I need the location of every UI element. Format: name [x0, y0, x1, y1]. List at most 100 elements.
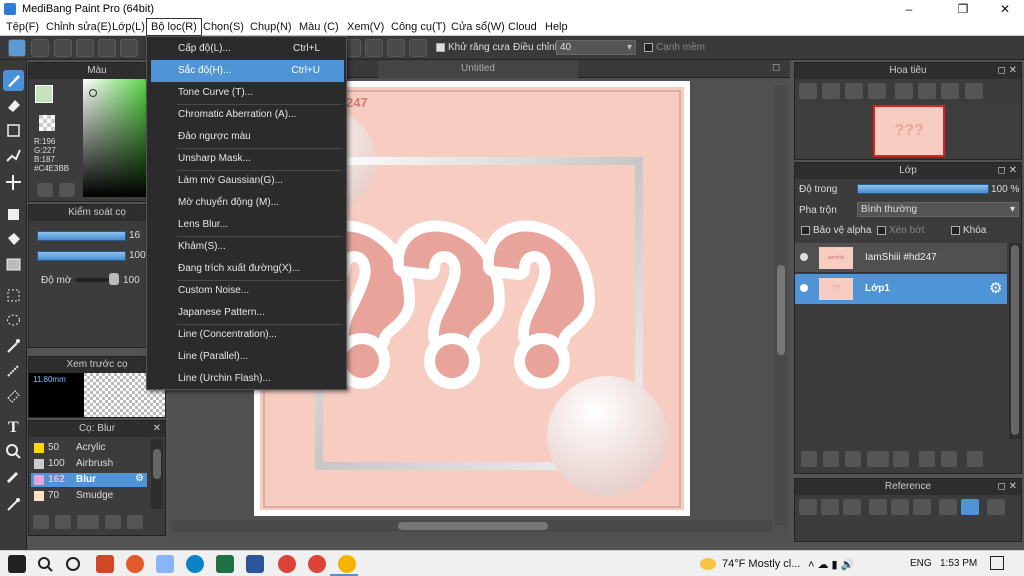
gradient-tool-icon[interactable]: [3, 254, 24, 275]
windows-start-icon[interactable]: [8, 555, 26, 573]
excel-icon[interactable]: [216, 555, 234, 573]
blend-select[interactable]: Bình thường ▾: [857, 202, 1019, 217]
menu-item-line-extraction[interactable]: Đang trích xuất đường(X)...: [151, 258, 344, 280]
new-color-layer-icon[interactable]: [823, 451, 839, 467]
list-item-selected[interactable]: 162 Blur ⚙: [31, 473, 147, 487]
weather-text[interactable]: 74°F Mostly cl...: [722, 558, 800, 570]
actual-size-icon[interactable]: [868, 83, 886, 99]
menu-item-levels[interactable]: Cấp độ(L)... Ctrl+L: [151, 38, 344, 60]
rectangle-tool-icon[interactable]: [3, 120, 24, 141]
bucket-tool-icon[interactable]: [3, 229, 24, 250]
gear-icon[interactable]: [409, 39, 427, 57]
adjust-select[interactable]: 40 ▾: [556, 40, 636, 55]
select-rect-tool-icon[interactable]: [3, 285, 24, 306]
menu-item-motion-blur[interactable]: Mờ chuyển động (M)...: [151, 192, 344, 214]
vertical-scrollbar[interactable]: [775, 85, 787, 525]
menu-item-hue[interactable]: Sắc độ(H)... Ctrl+U: [151, 60, 344, 82]
antialias-checkbox[interactable]: Khử răng cưa: [436, 42, 510, 53]
menu-layer[interactable]: Lớp(L): [108, 18, 149, 36]
menu-item-line-parallel[interactable]: Line (Parallel)...: [151, 346, 344, 368]
scrollbar[interactable]: [151, 439, 163, 509]
fill-rect-tool-icon[interactable]: [3, 204, 24, 225]
close-icon[interactable]: ◻ ✕: [998, 479, 1017, 495]
minimize-button[interactable]: –: [886, 0, 932, 18]
menu-item-japanese-pattern[interactable]: Japanese Pattern...: [151, 302, 344, 324]
upload-icon[interactable]: [31, 39, 49, 57]
maximize-button[interactable]: ❐: [940, 0, 986, 18]
brush-tool-icon[interactable]: [3, 70, 24, 91]
transparent-color-icon[interactable]: [39, 115, 55, 131]
horizontal-scrollbar[interactable]: [172, 520, 772, 532]
grid-icon[interactable]: [120, 39, 138, 57]
task-view-icon[interactable]: [64, 555, 82, 573]
brush-settings-icon[interactable]: [105, 515, 121, 529]
menu-edit[interactable]: Chỉnh sửa(E): [42, 18, 115, 36]
magic-wand-tool-icon[interactable]: [3, 335, 24, 356]
soft-edge-checkbox[interactable]: Cạnh mềm: [644, 42, 705, 53]
list-item[interactable]: 50 Acrylic: [31, 441, 147, 455]
lock-checkbox[interactable]: Khóa: [951, 225, 986, 236]
layer-menu-icon[interactable]: [867, 451, 889, 467]
close-button[interactable]: ✕: [982, 0, 1024, 18]
language-indicator[interactable]: ENG: [910, 558, 932, 569]
settings-ring-icon[interactable]: [387, 39, 405, 57]
palette-icon[interactable]: [37, 183, 53, 197]
panel-icon[interactable]: [98, 39, 116, 57]
new-layer-icon[interactable]: [801, 451, 817, 467]
layer-scrollbar[interactable]: [1009, 243, 1021, 439]
fit-icon[interactable]: [845, 83, 863, 99]
folder-icon[interactable]: [893, 451, 909, 467]
zoom-in-icon[interactable]: [869, 499, 887, 515]
hand-icon[interactable]: [961, 499, 979, 515]
add-brush-icon[interactable]: [33, 515, 49, 529]
menu-item-chromatic-aberration[interactable]: Chromatic Aberration (A)...: [151, 104, 344, 126]
close-reference-icon[interactable]: [843, 499, 861, 515]
brush-opacity-bar[interactable]: [37, 251, 126, 261]
chrome-icon[interactable]: [278, 555, 296, 573]
menu-window[interactable]: Cửa sổ(W): [447, 18, 509, 36]
select-pen-tool-icon[interactable]: [3, 360, 24, 381]
protect-alpha-checkbox[interactable]: Bảo vệ alpha: [801, 225, 871, 236]
powerpoint-icon[interactable]: [96, 555, 114, 573]
menu-item-invert[interactable]: Đảo ngược màu: [151, 126, 344, 148]
folder-icon[interactable]: [821, 499, 839, 515]
layer-row-selected[interactable]: ?? Lớp1 ⚙: [795, 274, 1007, 304]
zoom-in-icon[interactable]: [799, 83, 817, 99]
zoom-out-icon[interactable]: [913, 499, 931, 515]
list-item[interactable]: 100 Airbrush: [31, 457, 147, 471]
magic-wand-icon[interactable]: [365, 39, 383, 57]
close-icon[interactable]: ◻ ✕: [998, 163, 1017, 179]
app-icon[interactable]: [126, 555, 144, 573]
foreground-color-swatch[interactable]: [35, 85, 53, 103]
menu-item-line-urchin-flash[interactable]: Line (Urchin Flash)...: [151, 368, 344, 390]
select-eraser-tool-icon[interactable]: [3, 385, 24, 406]
clock[interactable]: 1:53 PM: [940, 558, 977, 569]
blur-slider-thumb[interactable]: [109, 273, 119, 285]
zoom-out-icon[interactable]: [822, 83, 840, 99]
gear-icon[interactable]: ⚙: [135, 473, 144, 484]
visibility-icon[interactable]: [800, 253, 808, 261]
lasso-tool-icon[interactable]: [3, 310, 24, 331]
pen-tool-icon[interactable]: [3, 145, 24, 166]
word-icon[interactable]: [246, 555, 264, 573]
menu-item-mosaic[interactable]: Khảm(S)...: [151, 236, 344, 258]
picker-cursor[interactable]: [89, 89, 97, 97]
move-tool-icon[interactable]: [3, 172, 24, 193]
brush-menu-icon[interactable]: [77, 515, 99, 529]
search-icon[interactable]: [36, 555, 54, 573]
gear-icon[interactable]: ⚙: [989, 279, 1002, 297]
menu-item-tone-curve[interactable]: Tone Curve (T)...: [151, 82, 344, 104]
edge-icon[interactable]: [186, 555, 204, 573]
menu-item-line-concentration[interactable]: Line (Concentration)...: [151, 324, 344, 346]
medibang-icon[interactable]: [338, 555, 356, 573]
text-tool-icon[interactable]: T: [3, 416, 24, 437]
menu-help[interactable]: Help: [541, 18, 572, 36]
cloud-icon[interactable]: [8, 39, 26, 57]
operation-tool-icon[interactable]: [3, 441, 24, 462]
folder-icon[interactable]: [127, 515, 143, 529]
document-tab[interactable]: Untitled: [378, 60, 578, 78]
comment-icon[interactable]: [76, 39, 94, 57]
menu-file[interactable]: Tệp(F): [2, 18, 43, 36]
rotate-right-icon[interactable]: [941, 83, 959, 99]
cloud-icon[interactable]: [799, 499, 817, 515]
